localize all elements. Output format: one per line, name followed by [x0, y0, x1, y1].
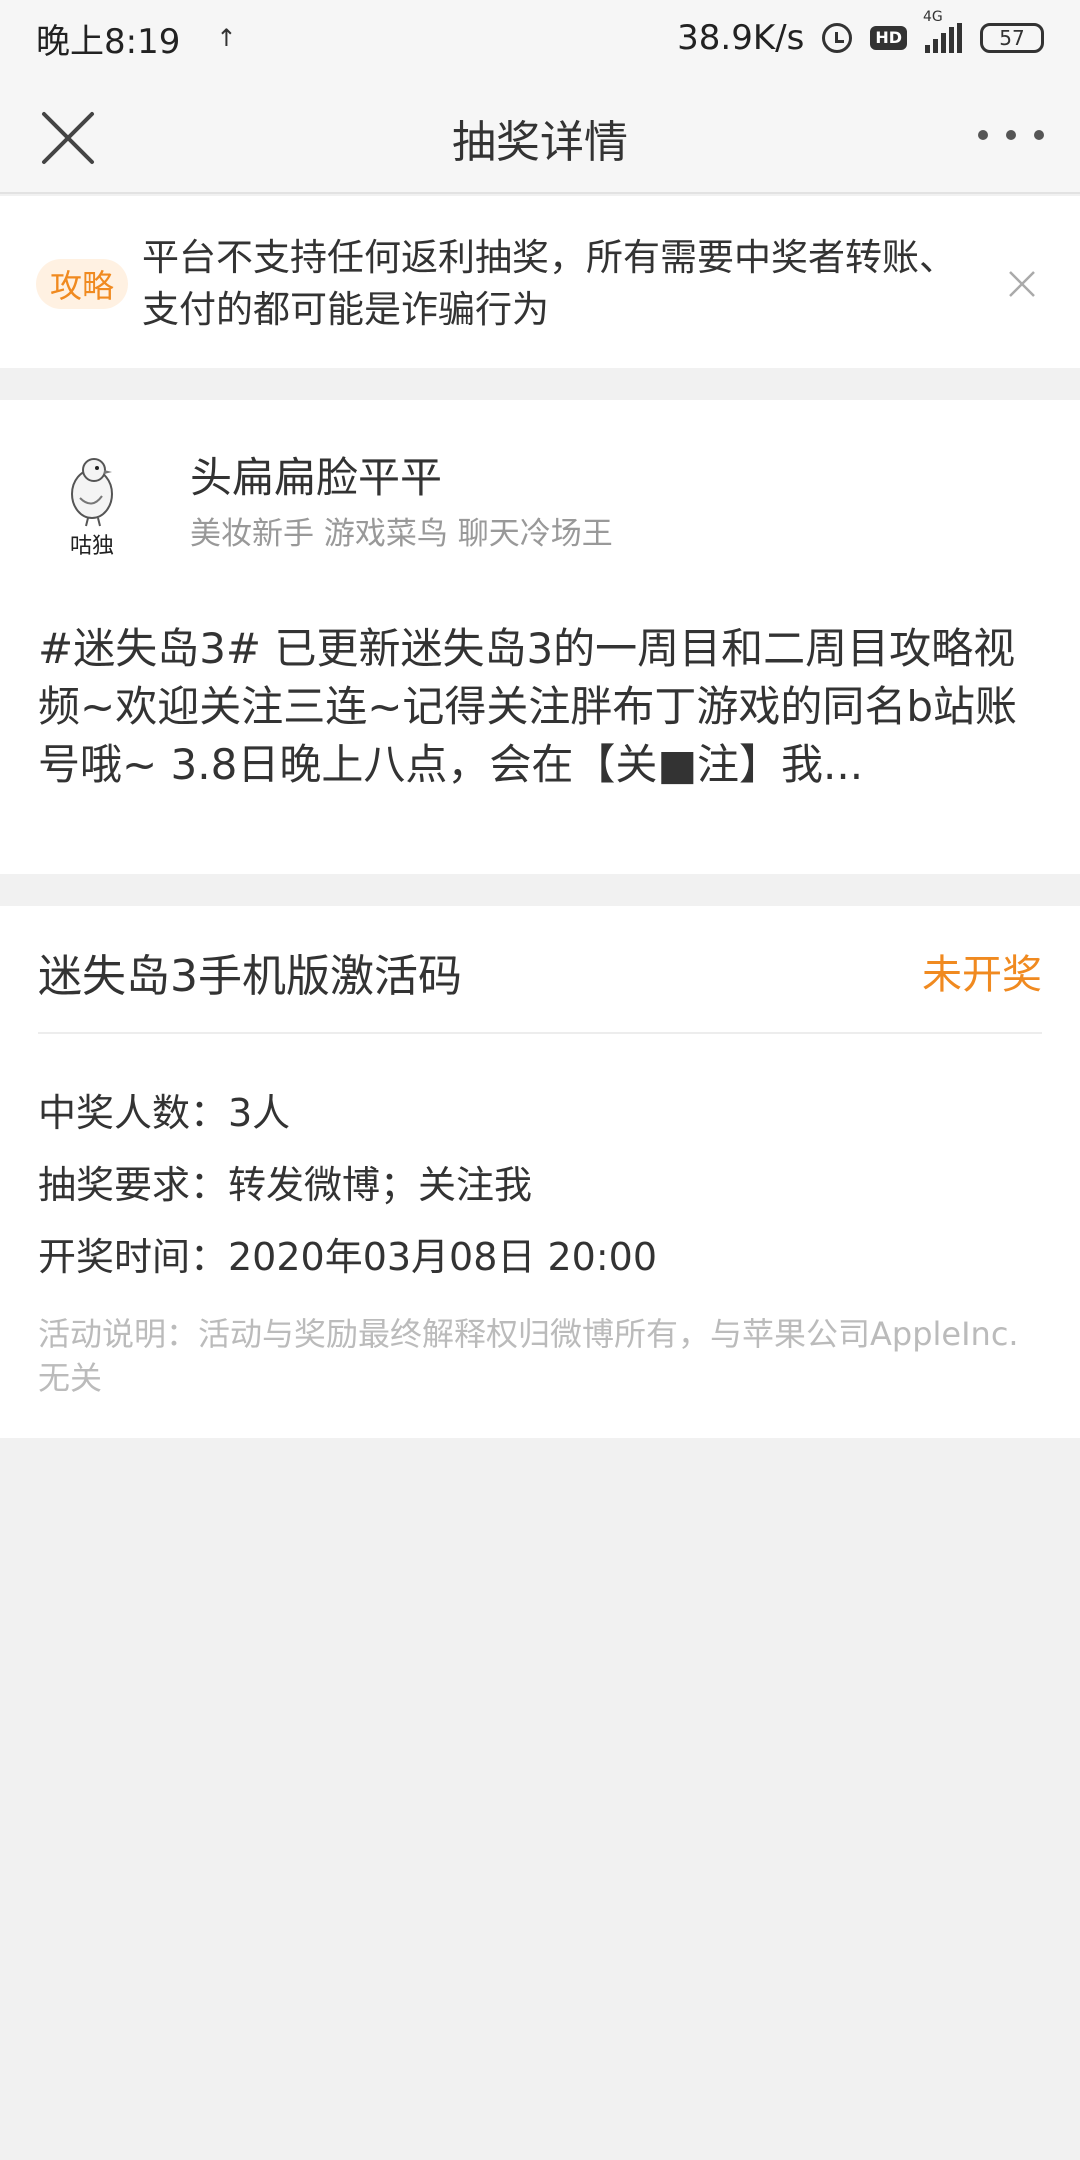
network-type-label: 4G	[923, 9, 943, 25]
user-tags: 美妆新手 游戏菜鸟 聊天冷场王	[190, 516, 613, 552]
close-icon	[42, 112, 94, 164]
signal-icon: 4G	[923, 9, 962, 53]
user-name[interactable]: 头扁扁脸平平	[190, 444, 442, 505]
close-button[interactable]	[40, 110, 96, 166]
avatar[interactable]: 咕独	[52, 448, 132, 559]
hd-icon: HD	[870, 26, 907, 50]
more-dot-icon	[978, 130, 988, 140]
battery-icon: 57	[980, 23, 1044, 53]
status-time: 晚上8:19	[36, 21, 181, 62]
bird-avatar-icon	[71, 458, 113, 527]
more-dot-icon	[1006, 130, 1016, 140]
winners-count: 中奖人数：3人	[38, 1091, 291, 1135]
draw-time: 开奖时间：2020年03月08日 20:00	[38, 1235, 658, 1279]
notice-close-button[interactable]	[1004, 266, 1040, 302]
activity-note: 活动说明：活动与奖励最终解释权归微博所有，与苹果公司AppleInc.无关	[38, 1315, 1019, 1397]
nav-bar: 抽奖详情	[0, 76, 1080, 194]
avatar-caption: 咕独	[69, 534, 114, 559]
lottery-info-card: 迷失岛3手机版激活码 未开奖 中奖人数：3人 抽奖要求：转发微博；关注我 开奖时…	[0, 906, 1080, 1438]
notice-tag: 攻略	[36, 259, 129, 309]
fraud-notice-banner: 攻略 平台不支持任何返利抽奖，所有需要中奖者转账、支付的都可能是诈骗行为	[0, 196, 1080, 368]
battery-level: 57	[999, 26, 1025, 50]
more-dot-icon	[1034, 130, 1044, 140]
post-card[interactable]: 咕独 头扁扁脸平平 美妆新手 游戏菜鸟 聊天冷场王 #迷失岛3# 已更新迷失岛3…	[0, 400, 1080, 874]
lottery-detail-page: 晚上8:19 ↑ 38.9K/s HD 4G 57 抽奖详情 攻略 平台不支持任…	[0, 0, 1080, 2160]
notice-text: 平台不支持任何返利抽奖，所有需要中奖者转账、支付的都可能是诈骗行为	[142, 236, 956, 331]
prize-title: 迷失岛3手机版激活码	[38, 951, 462, 1002]
divider	[38, 1032, 1042, 1034]
more-options-button[interactable]	[978, 124, 1044, 146]
alarm-icon	[822, 23, 853, 53]
page-title: 抽奖详情	[452, 117, 628, 168]
status-left: 晚上8:19 ↑	[36, 14, 236, 63]
post-content[interactable]: #迷失岛3# 已更新迷失岛3的一周目和二周目攻略视频~欢迎关注三连~记得关注胖布…	[38, 620, 1048, 794]
net-speed: 38.9K/s	[677, 18, 805, 58]
status-bar: 晚上8:19 ↑ 38.9K/s HD 4G 57	[0, 0, 1080, 76]
close-icon	[1009, 271, 1035, 297]
lottery-status-badge: 未开奖	[922, 952, 1042, 998]
lottery-requirements: 抽奖要求：转发微博；关注我	[38, 1163, 533, 1207]
upload-arrow-icon: ↑	[216, 24, 237, 52]
status-right: 38.9K/s HD 4G 57	[677, 9, 1044, 58]
